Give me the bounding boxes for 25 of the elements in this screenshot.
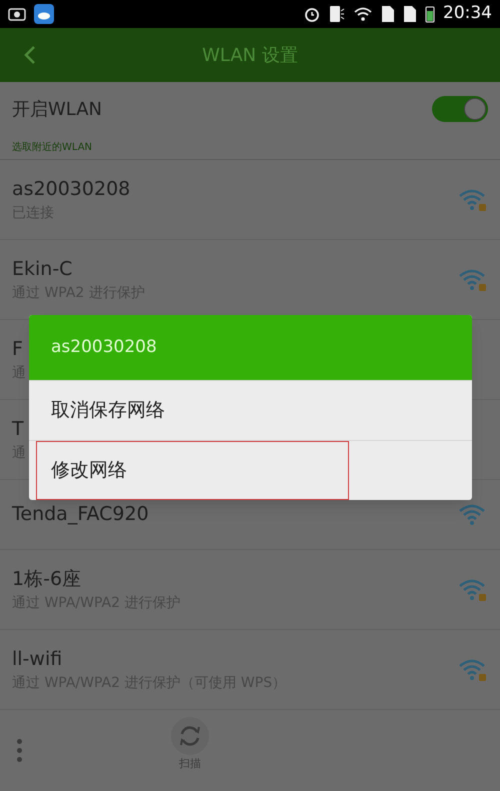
- network-name: 1栋-6座: [12, 566, 82, 592]
- dialog-title: as20030208: [51, 336, 157, 359]
- dialog-menu-item[interactable]: 修改网络: [36, 441, 349, 500]
- network-name: Tenda_FAC920: [12, 502, 149, 528]
- camera-icon: [8, 6, 26, 22]
- header-title: WLAN 设置: [202, 44, 298, 68]
- phone-icon: [329, 5, 345, 23]
- dialog-menu-item[interactable]: 取消保存网络: [36, 381, 456, 440]
- section-label: 选取附近的WLAN: [12, 140, 92, 155]
- network-name: Ekin-C: [12, 256, 74, 282]
- battery-icon: [425, 5, 435, 23]
- network-name: T: [12, 416, 25, 442]
- sim-card-icon: [381, 5, 395, 23]
- back-icon: [23, 45, 37, 65]
- refresh-icon: [170, 716, 210, 756]
- network-name: as20030208: [12, 176, 130, 202]
- wifi-status-icon: [353, 6, 373, 22]
- wlan-switch[interactable]: [432, 96, 488, 122]
- network-name: ll-wifi: [12, 646, 64, 672]
- sim-card-icon: [403, 5, 417, 23]
- weather-app-icon: [34, 4, 54, 24]
- clock-time: 20:34: [443, 2, 492, 26]
- wlan-toggle-label: 开启WLAN: [12, 98, 102, 122]
- network-name: F: [12, 336, 24, 362]
- alarm-icon: [303, 5, 321, 23]
